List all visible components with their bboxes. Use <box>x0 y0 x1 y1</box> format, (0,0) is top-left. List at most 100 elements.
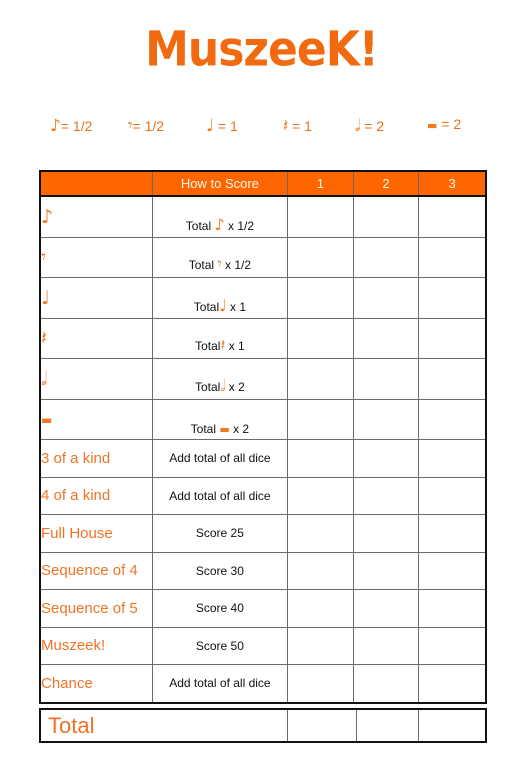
score-cell-player-2[interactable] <box>352 195 420 238</box>
score-cell-player-3[interactable] <box>418 398 487 440</box>
eighth-note-icon: ♪ <box>41 205 54 228</box>
score-cell-player-3[interactable] <box>418 317 487 359</box>
score-cell-player-1[interactable] <box>287 195 354 238</box>
score-cell-player-3[interactable] <box>418 277 487 319</box>
score-cell-player-3[interactable] <box>418 551 487 590</box>
score-cell-player-1[interactable] <box>287 476 354 515</box>
score-cell-player-1[interactable] <box>287 236 354 278</box>
how-to-score-cell: Total 𝄾 x 1/2 <box>151 236 289 278</box>
score-cell-player-3[interactable] <box>418 589 487 628</box>
category-cell: Chance <box>39 664 153 703</box>
category-cell: 𝄾 <box>39 236 153 278</box>
score-cell-player-3[interactable] <box>418 236 487 278</box>
how-to-score-cell: Add total of all dice <box>151 476 289 515</box>
table-row: Chance Add total of all dice <box>39 664 487 703</box>
how-to-score-text: x 1/2 <box>224 218 255 233</box>
table-row: Sequence of 5 Score 40 <box>39 589 487 628</box>
score-cell-player-2[interactable] <box>352 476 420 515</box>
table-row: Sequence of 4 Score 30 <box>39 551 487 590</box>
score-cell-player-3[interactable] <box>418 439 487 478</box>
score-cell-player-1[interactable] <box>287 589 354 628</box>
total-cell-player-2[interactable] <box>355 708 419 743</box>
score-cell-player-2[interactable] <box>352 551 420 590</box>
score-cell-player-1[interactable] <box>287 626 354 665</box>
category-cell: Sequence of 5 <box>39 589 153 628</box>
score-cell-player-2[interactable] <box>352 514 420 553</box>
header-category <box>39 171 153 197</box>
half-note-icon: 𝅗𝅥 <box>41 367 48 390</box>
category-cell: Muszeek! <box>39 626 153 665</box>
how-to-score-text: Total <box>195 379 221 394</box>
how-to-score-text: Total <box>195 339 221 353</box>
score-cell-player-2[interactable] <box>352 589 420 628</box>
half-rest-icon: ▬ <box>427 119 438 132</box>
score-cell-player-3[interactable] <box>418 195 487 238</box>
total-cell-player-1[interactable] <box>286 708 357 743</box>
score-table: How to Score 1 2 3 ♪ Total ♪ x 1/2 𝄾 Total … <box>39 170 487 704</box>
how-to-score-text: x 1/2 <box>221 258 252 272</box>
table-row: 𝄾 Total 𝄾 x 1/2 <box>39 236 487 278</box>
quarter-rest-icon: 𝄽 <box>41 327 47 350</box>
category-cell: ♪ <box>39 195 153 238</box>
how-to-score-text: Total <box>185 218 215 233</box>
score-cell-player-2[interactable] <box>352 317 420 359</box>
table-row: 𝄽 Total𝄽 x 1 <box>39 317 487 359</box>
score-cell-player-1[interactable] <box>287 358 354 400</box>
score-cell-player-1[interactable] <box>287 439 354 478</box>
score-cell-player-3[interactable] <box>418 358 487 400</box>
legend-item: ♩ = 1 <box>206 116 238 136</box>
score-cell-player-2[interactable] <box>352 277 420 319</box>
quarter-note-icon: ♩ <box>41 286 50 309</box>
legend-item: 𝄽 = 1 <box>283 116 312 136</box>
header-player-2: 2 <box>352 171 420 197</box>
quarter-note-icon: ♩ <box>219 295 227 315</box>
category-cell: ▬ <box>39 398 153 440</box>
score-cell-player-2[interactable] <box>352 398 420 440</box>
score-cell-player-2[interactable] <box>352 236 420 278</box>
header-player-1: 1 <box>287 171 354 197</box>
total-table: Total <box>39 708 487 743</box>
score-cell-player-1[interactable] <box>287 277 354 319</box>
header-player-3: 3 <box>418 171 487 197</box>
table-row: ♩ Total♩ x 1 <box>39 277 487 319</box>
category-cell: Sequence of 4 <box>39 551 153 590</box>
quarter-note-icon: ♩ <box>206 116 215 136</box>
total-label: Total <box>39 708 288 743</box>
how-to-score-cell: Score 25 <box>151 514 289 553</box>
half-rest-icon: ▬ <box>219 423 230 436</box>
header-row: How to Score 1 2 3 <box>39 171 487 197</box>
legend-item: 𝅗𝅥 = 2 <box>355 116 385 136</box>
how-to-score-text: Total <box>193 299 220 314</box>
score-cell-player-3[interactable] <box>418 514 487 553</box>
score-cell-player-1[interactable] <box>287 551 354 590</box>
eighth-note-icon: ♪ <box>50 116 61 136</box>
total-row: Total <box>39 708 487 743</box>
eighth-rest-icon: 𝄾 <box>41 246 47 269</box>
legend-item: ♪= 1/2 <box>50 116 93 136</box>
how-to-score-cell: Score 30 <box>151 551 289 590</box>
score-cell-player-2[interactable] <box>352 358 420 400</box>
how-to-score-cell: Add total of all dice <box>151 439 289 478</box>
category-cell: 𝅗𝅥 <box>39 358 153 400</box>
how-to-score-text: x 2 <box>225 379 245 394</box>
how-to-score-text: x 1 <box>226 299 247 314</box>
score-cell-player-1[interactable] <box>287 398 354 440</box>
total-cell-player-3[interactable] <box>417 708 487 743</box>
score-cell-player-2[interactable] <box>352 439 420 478</box>
score-cell-player-3[interactable] <box>418 664 487 703</box>
how-to-score-text: Total <box>188 258 218 272</box>
category-cell: ♩ <box>39 277 153 319</box>
note-value-legend: ♪= 1/2 𝄾= 1/2 ♩ = 1 𝄽 = 1 𝅗𝅥 = 2 ▬ = 2 <box>0 116 523 140</box>
score-cell-player-3[interactable] <box>418 626 487 665</box>
score-cell-player-1[interactable] <box>287 664 354 703</box>
score-cell-player-3[interactable] <box>418 476 487 515</box>
how-to-score-cell: Score 40 <box>151 589 289 628</box>
score-cell-player-2[interactable] <box>352 664 420 703</box>
score-cell-player-1[interactable] <box>287 317 354 359</box>
score-cell-player-1[interactable] <box>287 514 354 553</box>
how-to-score-cell: Total ♪ x 1/2 <box>151 195 289 238</box>
score-cell-player-2[interactable] <box>352 626 420 665</box>
table-row: Muszeek! Score 50 <box>39 626 487 665</box>
table-row: 𝅗𝅥 Total𝅗𝅥 x 2 <box>39 358 487 400</box>
category-cell: 4 of a kind <box>39 476 153 515</box>
